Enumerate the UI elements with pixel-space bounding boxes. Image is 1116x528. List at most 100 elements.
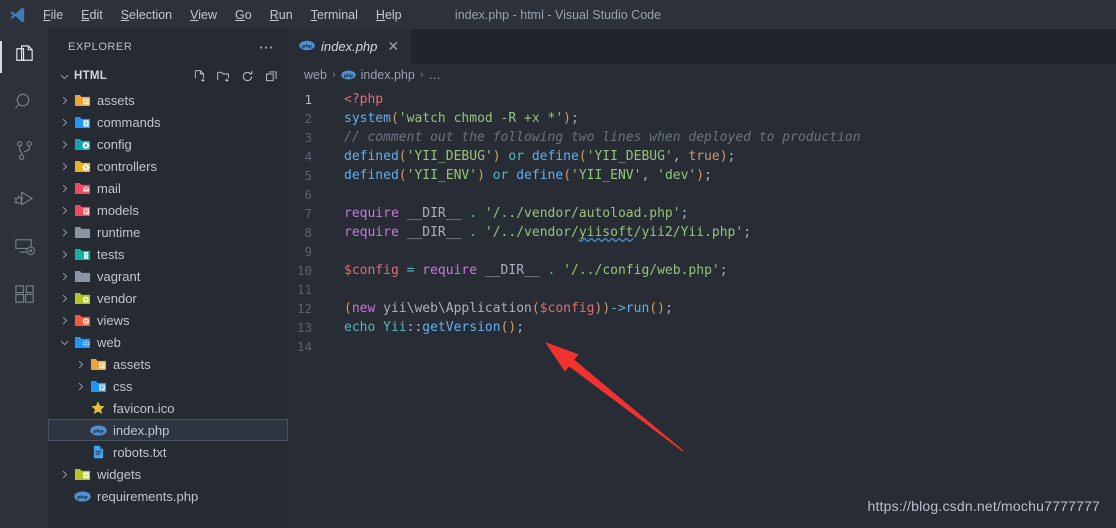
code-line[interactable]: 14: [288, 337, 1116, 356]
menu-item-file[interactable]: File: [34, 5, 72, 25]
tree-folder-widgets[interactable]: widgets: [48, 463, 288, 485]
tree-item-label: runtime: [97, 224, 141, 240]
breadcrumb-item-index-php[interactable]: index.php: [361, 68, 415, 82]
php-icon: php: [299, 39, 315, 54]
tree-folder-assets[interactable]: assets: [48, 353, 288, 375]
menu-item-view[interactable]: View: [181, 5, 226, 25]
code-line-text: $config = require __DIR__ . '/../config/…: [344, 263, 728, 278]
menu-item-terminal[interactable]: Terminal: [302, 5, 367, 25]
folder-assets-icon: [72, 92, 92, 109]
code-line[interactable]: 10 $config = require __DIR__ . '/../confi…: [288, 261, 1116, 280]
menu-item-selection[interactable]: Selection: [112, 5, 181, 25]
tree-folder-mail[interactable]: mail: [48, 177, 288, 199]
tree-folder-commands[interactable]: commands: [48, 111, 288, 133]
code-line[interactable]: 8 require __DIR__ . '/../vendor/yiisoft/y…: [288, 223, 1116, 242]
tree-folder-css[interactable]: css: [48, 375, 288, 397]
new-folder-icon[interactable]: [212, 66, 234, 86]
tree-file-index-php[interactable]: php index.php: [48, 419, 288, 441]
line-number: 9: [304, 244, 312, 259]
folder-css-icon: [88, 378, 108, 395]
code-line[interactable]: 1 <?php: [288, 90, 1116, 109]
code-editor[interactable]: 1 <?php 2 system('watch chmod -R +x *'); 3 //…: [288, 86, 1116, 528]
folder-vendor-icon: [72, 290, 92, 307]
chevron-right-icon: [72, 381, 88, 392]
menu-item-go[interactable]: Go: [226, 5, 261, 25]
code-line[interactable]: 3 // comment out the following two lines …: [288, 128, 1116, 147]
php-icon: php: [72, 490, 92, 502]
sidebar-header: EXPLORER ⋯: [48, 29, 288, 64]
activitybar-item-extensions[interactable]: [0, 273, 48, 321]
extensions-icon: [13, 283, 36, 311]
breadcrumb[interactable]: web › php index.php › …: [288, 64, 1116, 86]
code-line[interactable]: 12 (new yii\web\Application($config))->ru…: [288, 299, 1116, 318]
menu-item-edit[interactable]: Edit: [72, 5, 112, 25]
tree-item-label: tests: [97, 246, 125, 262]
activitybar-item-remote-explorer[interactable]: [0, 225, 48, 273]
file-tree[interactable]: assets commands config controllers mail model…: [48, 88, 288, 528]
code-line-text: // comment out the following two lines w…: [344, 130, 861, 145]
line-number: 1: [304, 92, 312, 107]
code-line[interactable]: 5 defined('YII_ENV') or define('YII_ENV',…: [288, 166, 1116, 185]
breadcrumb-item-more[interactable]: …: [429, 68, 442, 82]
chevron-right-icon: [72, 359, 88, 370]
code-line[interactable]: 13 echo Yii::getVersion();: [288, 318, 1116, 337]
menu-item-run[interactable]: Run: [261, 5, 302, 25]
chevron-right-icon: [56, 205, 72, 216]
breadcrumb-separator: ›: [331, 69, 336, 81]
line-number: 13: [296, 320, 312, 335]
activitybar-item-source-control[interactable]: [0, 129, 48, 177]
ellipsis-icon[interactable]: ⋯: [250, 38, 285, 56]
remote-explorer-icon: [13, 235, 36, 263]
code-line[interactable]: 2 system('watch chmod -R +x *');: [288, 109, 1116, 128]
new-file-icon[interactable]: [188, 66, 210, 86]
activitybar-item-run-debug[interactable]: [0, 177, 48, 225]
editor-tab-bar: php index.php ✕: [288, 29, 1116, 64]
chevron-right-icon: [56, 293, 72, 304]
code-line-text: (new yii\web\Application($config))->run(…: [344, 301, 673, 316]
tree-folder-models[interactable]: models: [48, 199, 288, 221]
tree-file-requirements-php[interactable]: php requirements.php: [48, 485, 288, 507]
tree-folder-web[interactable]: web: [48, 331, 288, 353]
tree-file-robots-txt[interactable]: robots.txt: [48, 441, 288, 463]
activitybar-item-explorer[interactable]: [0, 33, 48, 81]
chevron-right-icon: [56, 139, 72, 150]
code-line[interactable]: 4 defined('YII_DEBUG') or define('YII_DEB…: [288, 147, 1116, 166]
menu-bar[interactable]: File Edit Selection View Go Run Terminal Help: [34, 5, 411, 25]
tree-folder-vagrant[interactable]: vagrant: [48, 265, 288, 287]
tree-folder-tests[interactable]: tests: [48, 243, 288, 265]
line-number: 7: [304, 206, 312, 221]
line-number: 12: [296, 301, 312, 316]
activitybar-item-search[interactable]: [0, 81, 48, 129]
code-line[interactable]: 7 require __DIR__ . '/../vendor/autoload.…: [288, 204, 1116, 223]
code-line[interactable]: 9: [288, 242, 1116, 261]
tree-item-label: assets: [113, 356, 151, 372]
tree-folder-runtime[interactable]: runtime: [48, 221, 288, 243]
tree-folder-views[interactable]: views: [48, 309, 288, 331]
menu-item-help[interactable]: Help: [367, 5, 411, 25]
tree-file-favicon-ico[interactable]: favicon.ico: [48, 397, 288, 419]
tree-item-label: views: [97, 312, 130, 328]
refresh-icon[interactable]: [236, 66, 258, 86]
code-line[interactable]: 11: [288, 280, 1116, 299]
tree-folder-controllers[interactable]: controllers: [48, 155, 288, 177]
tree-item-label: favicon.ico: [113, 400, 175, 416]
svg-text:php: php: [344, 73, 353, 78]
files-explorer-icon: [13, 43, 36, 71]
explorer-section-html[interactable]: HTML: [48, 64, 288, 88]
close-icon[interactable]: ✕: [383, 38, 403, 55]
title-bar: File Edit Selection View Go Run Terminal Help i…: [0, 0, 1116, 29]
breadcrumb-item-web[interactable]: web: [304, 68, 327, 82]
tree-item-label: assets: [97, 92, 135, 108]
folder-mail-icon: [72, 180, 92, 197]
line-number: 6: [304, 187, 312, 202]
tree-folder-assets[interactable]: assets: [48, 89, 288, 111]
collapse-all-icon[interactable]: [260, 66, 282, 86]
line-number: 11: [296, 282, 312, 297]
source-control-icon: [13, 139, 36, 167]
tree-folder-config[interactable]: config: [48, 133, 288, 155]
editor-tab-index-php[interactable]: php index.php ✕: [288, 29, 412, 64]
tree-item-label: commands: [97, 114, 161, 130]
code-line[interactable]: 6: [288, 185, 1116, 204]
tree-folder-vendor[interactable]: vendor: [48, 287, 288, 309]
tree-item-label: index.php: [113, 422, 170, 438]
